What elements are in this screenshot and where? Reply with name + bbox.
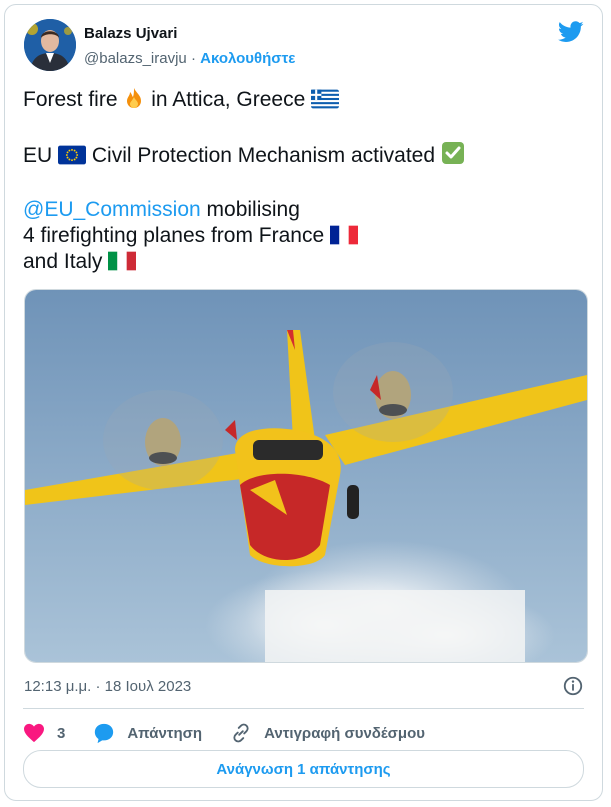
like-button[interactable]: 3 xyxy=(23,723,65,743)
separator: · xyxy=(190,50,196,67)
read-replies-button[interactable]: Ανάγνωση 1 απάντησης xyxy=(23,750,584,788)
tweet-line-5-text: and Italy xyxy=(23,250,103,273)
tweet-line-2-a: EU xyxy=(23,144,53,167)
reply-button[interactable]: Απάντηση xyxy=(93,722,202,744)
twitter-bird-icon[interactable] xyxy=(558,21,584,43)
follow-button[interactable]: Ακολουθήστε xyxy=(200,50,295,67)
tweet-line-5: and Italy xyxy=(23,249,465,275)
tweet-card: Balazs Ujvari @balazs_iravju · Ακολουθήσ… xyxy=(4,4,603,801)
heart-icon xyxy=(24,723,44,743)
italian-flag-emoji-icon xyxy=(108,251,137,271)
reply-icon xyxy=(95,723,114,744)
tweet-line-4: 4 firefighting planes from France xyxy=(23,223,465,249)
read-replies-label: Ανάγνωση 1 απάντησης xyxy=(216,760,391,778)
mention-link[interactable]: @EU_Commission xyxy=(23,198,201,221)
check-mark-emoji-icon xyxy=(441,142,464,164)
tweet-line-3-rest: mobilising xyxy=(200,198,300,221)
tweet-line-3: @EU_Commission mobilising xyxy=(23,197,465,223)
tweet-line-1: Forest fire in Attica, Greece xyxy=(23,87,465,113)
link-icon xyxy=(233,723,249,743)
info-icon[interactable] xyxy=(562,675,584,697)
divider xyxy=(23,708,584,709)
copy-link-button[interactable]: Αντιγραφή συνδέσμου xyxy=(230,722,425,744)
tweet-line-4-text: 4 firefighting planes from France xyxy=(23,224,325,247)
action-bar: 3 Απάντηση Αντιγραφή συνδέσμου xyxy=(23,718,453,748)
like-count: 3 xyxy=(57,724,66,742)
author-handle[interactable]: @balazs_iravju xyxy=(84,50,187,67)
tweet-line-1-b: in Attica, Greece xyxy=(151,88,306,111)
french-flag-emoji-icon xyxy=(330,225,358,245)
firefighting-plane-image xyxy=(25,290,587,662)
tweet-text: Forest fire in Attica, Greece EU Civil P… xyxy=(23,87,465,275)
eu-flag-emoji-icon xyxy=(58,145,87,165)
tweet-photo[interactable] xyxy=(24,289,588,663)
reply-label: Απάντηση xyxy=(127,724,203,742)
tweet-line-2: EU Civil Protection Mechanism activated xyxy=(23,141,465,169)
timestamp[interactable]: 12:13 μ.μ. · 18 Ιουλ 2023 xyxy=(24,678,191,695)
fire-emoji-icon xyxy=(127,88,142,108)
avatar[interactable] xyxy=(24,19,76,71)
tweet-line-2-b: Civil Protection Mechanism activated xyxy=(91,144,436,167)
copy-link-label: Αντιγραφή συνδέσμου xyxy=(264,724,426,742)
author-name[interactable]: Balazs Ujvari xyxy=(84,25,177,42)
author-handle-row: @balazs_iravju · Ακολουθήστε xyxy=(84,50,295,67)
greek-flag-emoji-icon xyxy=(311,89,340,109)
tweet-line-1-a: Forest fire xyxy=(23,88,118,111)
